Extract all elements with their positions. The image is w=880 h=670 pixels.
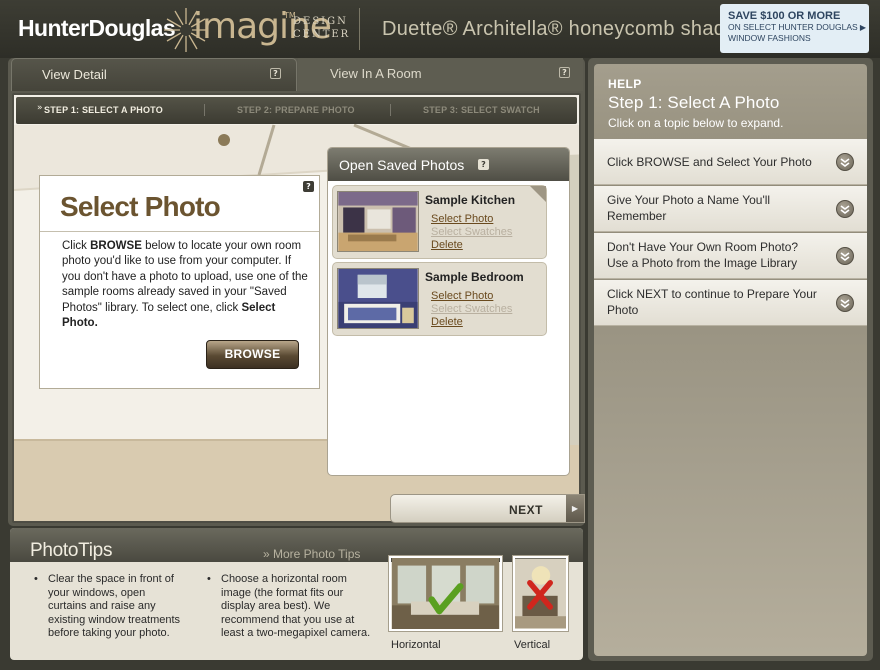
photo-tips-title: PhotoTips bbox=[30, 540, 113, 561]
step-separator bbox=[390, 104, 391, 116]
select-photo-link[interactable]: Select Photo bbox=[431, 213, 493, 225]
delete-link[interactable]: Delete bbox=[431, 316, 463, 328]
help-subtitle: Click on a topic below to expand. bbox=[608, 116, 784, 130]
header-divider bbox=[359, 8, 360, 50]
kitchen-thumbnail[interactable] bbox=[337, 191, 419, 252]
promo-arrow-icon: ▶ bbox=[859, 23, 866, 32]
step-separator bbox=[204, 104, 205, 116]
saved-photo-card-bedroom: Sample Bedroom Select Photo Select Swatc… bbox=[332, 262, 547, 336]
photo-name: Sample Bedroom bbox=[425, 270, 524, 284]
tab-label: View Detail bbox=[42, 67, 107, 82]
select-photo-link[interactable]: Select Photo bbox=[431, 290, 493, 302]
promo-headline: SAVE $100 OR MORE bbox=[728, 10, 841, 22]
help-icon[interactable]: ? bbox=[559, 67, 570, 78]
select-photo-instructions: Click BROWSE below to locate your own ro… bbox=[62, 240, 308, 330]
next-button[interactable]: NEXT ▶ bbox=[390, 494, 585, 523]
tip-item: Choose a horizontal room image (the form… bbox=[207, 573, 379, 641]
step-1-select-photo[interactable]: STEP 1: SELECT A PHOTO bbox=[44, 105, 163, 115]
tab-label: View In A Room bbox=[330, 66, 422, 81]
app-header: HunterDouglas imagine TM DESIGN CENTER D… bbox=[0, 0, 880, 58]
design-center-label: DESIGN CENTER bbox=[293, 16, 351, 40]
step-2-prepare-photo[interactable]: STEP 2: PREPARE PHOTO bbox=[237, 105, 355, 115]
tab-view-detail[interactable]: View Detail ? bbox=[11, 58, 297, 91]
card-corner-fold bbox=[530, 186, 546, 202]
tip-list-1: Clear the space in front of your windows… bbox=[34, 573, 186, 641]
help-topic-name-photo[interactable]: Give Your Photo a Name You'll Remember bbox=[594, 186, 867, 232]
saved-photos-title: Open Saved Photos bbox=[339, 157, 465, 173]
photo-name: Sample Kitchen bbox=[425, 193, 516, 207]
browse-button[interactable]: BROWSE bbox=[206, 340, 299, 369]
bedroom-thumbnail[interactable] bbox=[337, 268, 419, 329]
help-title: Step 1: Select A Photo bbox=[608, 93, 780, 112]
select-photo-box: ? Select Photo Click BROWSE below to loc… bbox=[39, 175, 320, 389]
next-label: NEXT bbox=[509, 503, 544, 517]
tab-view-in-a-room[interactable]: View In A Room ? bbox=[298, 58, 583, 91]
help-topic-text: Click NEXT to continue to Prepare Your P… bbox=[607, 287, 817, 317]
help-topic-text: Click BROWSE and Select Your Photo bbox=[607, 155, 812, 169]
select-swatches-link: Select Swatches bbox=[431, 303, 513, 315]
help-icon[interactable]: ? bbox=[270, 68, 281, 79]
hunter-douglas-logo[interactable]: HunterDouglas bbox=[18, 15, 176, 42]
product-title: Duette® Architella® honeycomb shades bbox=[382, 18, 747, 40]
help-topic-browse[interactable]: Click BROWSE and Select Your Photo bbox=[594, 139, 867, 185]
help-label: HELP bbox=[608, 77, 642, 91]
photo-tips-panel: PhotoTips » More Photo Tips Clear the sp… bbox=[10, 528, 583, 660]
help-topic-text: Give Your Photo a Name You'll Remember bbox=[607, 193, 771, 223]
help-icon[interactable]: ? bbox=[303, 181, 314, 192]
expand-chevron-icon[interactable] bbox=[836, 247, 854, 265]
visualizer-panel: View Detail ? View In A Room ? STEP 1: S… bbox=[8, 58, 585, 526]
expand-chevron-icon[interactable] bbox=[836, 153, 854, 171]
select-swatches-link: Select Swatches bbox=[431, 226, 513, 238]
saved-photos-header: Open Saved Photos ? bbox=[328, 148, 569, 181]
step-progress-bar: STEP 1: SELECT A PHOTO » STEP 2: PREPARE… bbox=[16, 97, 577, 124]
vertical-example-photo bbox=[513, 556, 568, 631]
select-photo-title: Select Photo bbox=[60, 191, 221, 222]
more-photo-tips-link[interactable]: » More Photo Tips bbox=[263, 547, 360, 561]
help-topic-image-library[interactable]: Don't Have Your Own Room Photo? Use a Ph… bbox=[594, 233, 867, 279]
horizontal-example-photo bbox=[389, 556, 502, 631]
saved-photo-card-kitchen: Sample Kitchen Select Photo Select Swatc… bbox=[332, 185, 547, 259]
horizontal-caption: Horizontal bbox=[391, 639, 441, 651]
active-step-chevron-icon: » bbox=[37, 103, 43, 113]
tip-item: Clear the space in front of your windows… bbox=[34, 573, 186, 641]
tip-list-2: Choose a horizontal room image (the form… bbox=[207, 573, 379, 641]
saved-photos-panel: Open Saved Photos ? Sample Kitchen Selec… bbox=[327, 147, 570, 476]
promo-subline-2: WINDOW FASHIONS bbox=[728, 33, 811, 43]
expand-chevron-icon[interactable] bbox=[836, 294, 854, 312]
expand-chevron-icon[interactable] bbox=[836, 200, 854, 218]
delete-link[interactable]: Delete bbox=[431, 239, 463, 251]
help-panel-inner: HELP Step 1: Select A Photo Click on a t… bbox=[594, 64, 867, 656]
promo-banner[interactable]: SAVE $100 OR MORE ON SELECT HUNTER DOUGL… bbox=[720, 4, 869, 53]
vertical-caption: Vertical bbox=[514, 639, 551, 651]
step-3-select-swatch[interactable]: STEP 3: SELECT SWATCH bbox=[423, 105, 540, 115]
next-arrow-icon: ▶ bbox=[566, 495, 584, 522]
help-panel: HELP Step 1: Select A Photo Click on a t… bbox=[588, 58, 873, 661]
help-topic-text: Don't Have Your Own Room Photo? Use a Ph… bbox=[607, 240, 799, 270]
title-divider bbox=[40, 231, 319, 232]
help-topic-next[interactable]: Click NEXT to continue to Prepare Your P… bbox=[594, 280, 867, 326]
promo-subline-1: ON SELECT HUNTER DOUGLAS bbox=[728, 22, 858, 32]
help-icon[interactable]: ? bbox=[478, 159, 489, 170]
room-workspace: STEP 1: SELECT A PHOTO » STEP 2: PREPARE… bbox=[12, 93, 581, 523]
